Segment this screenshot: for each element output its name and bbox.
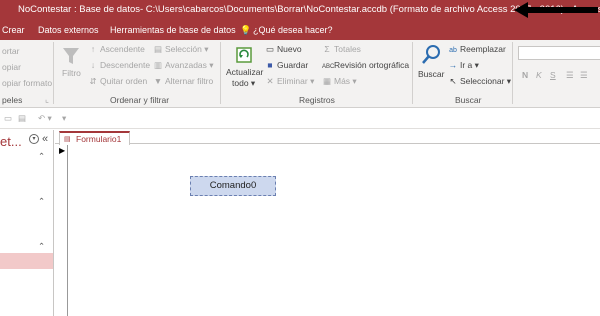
new-record-button[interactable]: ▭ Nuevo (265, 44, 302, 55)
lightbulb-icon: 💡 (240, 25, 252, 35)
delete-record-button[interactable]: ✕ Eliminar ▾ (265, 76, 314, 87)
toggle-filter-icon: ▼ (153, 76, 163, 86)
form-design-surface[interactable]: ▶ Comando0 (55, 145, 600, 316)
records-group-label: Registros (299, 95, 335, 105)
undo-icon[interactable]: ▭ (4, 113, 12, 124)
ribbon-separator (512, 42, 513, 104)
ribbon-separator (220, 42, 221, 104)
save-icon: ■ (267, 60, 273, 70)
select-cursor-icon: ↖ (449, 76, 457, 86)
customize-qat-icon[interactable]: ▾ (62, 113, 66, 124)
group-collapse-icon[interactable]: ⌃ (38, 241, 45, 252)
collapse-nav-icon[interactable]: « (42, 133, 48, 145)
font-name-box[interactable] (518, 46, 600, 60)
replace-button[interactable]: ab Reemplazar (448, 44, 506, 54)
filter-icon (63, 48, 79, 64)
tab-datos-externos[interactable]: Datos externos (38, 20, 99, 40)
advanced-button[interactable]: ▥ Avanzadas ▾ (153, 60, 214, 71)
sort-filter-group-label: Ordenar y filtrar (110, 95, 170, 105)
nav-selected-item[interactable] (0, 253, 53, 269)
find-button[interactable]: Buscar (418, 69, 444, 79)
more-icon: ▦ (322, 76, 332, 86)
format-painter-button[interactable]: opiar formato (2, 78, 52, 88)
goto-button[interactable]: → Ir a ▾ (448, 60, 479, 71)
delete-icon: ✕ (266, 76, 274, 86)
totals-button[interactable]: Σ Totales (322, 44, 361, 54)
select-button[interactable]: ↖ Seleccionar ▾ (448, 76, 511, 87)
selection-icon: ▤ (153, 44, 163, 54)
selection-button[interactable]: ▤ Selección ▾ (153, 44, 209, 55)
sort-ascending-icon: ↑ (90, 44, 96, 54)
remove-sort-button[interactable]: ⇵ Quitar orden (88, 76, 147, 87)
align-center-icon[interactable]: ☰ (580, 70, 588, 81)
filter-button[interactable]: Filtro (62, 68, 81, 78)
refresh-all-dropdown[interactable]: todo ▾ (232, 78, 255, 89)
ribbon-separator (412, 42, 413, 104)
save-record-button[interactable]: ■ Guardar (265, 60, 308, 70)
find-group-label: Buscar (455, 95, 482, 105)
tell-me-box[interactable]: ¿Qué desea hacer? (253, 20, 333, 40)
more-button[interactable]: ▦ Más ▾ (322, 76, 357, 87)
nav-dropdown-icon[interactable]: ▾ (29, 134, 39, 144)
document-tab-bar: ▤ Formulario1 (55, 130, 600, 145)
ribbon-separator (53, 42, 54, 104)
sort-descending-icon: ↓ (90, 60, 96, 70)
group-collapse-icon[interactable]: ⌃ (38, 196, 45, 207)
ribbon: ortar opiar opiar formato peles ⌞ Filtro… (0, 40, 600, 108)
undo-arrow-icon[interactable]: ↶ ▾ (38, 113, 52, 124)
search-icon (422, 45, 440, 64)
tab-crear[interactable]: Crear (2, 20, 25, 40)
new-record-icon: ▭ (265, 44, 275, 54)
clipboard-group-label: peles (2, 95, 23, 105)
italic-button[interactable]: K (536, 70, 542, 80)
group-collapse-icon[interactable]: ⌃ (38, 151, 45, 162)
spelling-button[interactable]: ABCRevisión ortográfica (322, 60, 409, 70)
remove-sort-icon: ⇵ (89, 76, 97, 86)
align-left-icon[interactable]: ☰ (566, 70, 574, 81)
refresh-icon (236, 47, 252, 63)
spelling-icon: ABC (322, 64, 335, 70)
cut-button[interactable]: ortar (2, 46, 19, 56)
command-button[interactable]: Comando0 (190, 176, 276, 196)
refresh-all-label[interactable]: Actualizar (226, 67, 263, 77)
ribbon-tab-bar: Crear Datos externos Herramientas de bas… (0, 20, 600, 40)
nav-pane-title: et... (0, 134, 22, 149)
quick-access-toolbar: ▭ ▤ ↶ ▾ ▾ (0, 109, 600, 129)
navigation-pane: et... ▾ « ⌃ ⌃ ⌃ (0, 130, 54, 316)
advanced-filter-icon: ▥ (153, 60, 163, 70)
underline-button[interactable]: S (550, 70, 556, 80)
tab-herramientas-bd[interactable]: Herramientas de base de datos (110, 20, 236, 40)
record-selector: ▶ (55, 145, 68, 316)
toggle-filter-button[interactable]: ▼ Alternar filtro (153, 76, 213, 86)
replace-icon: ab (449, 47, 457, 54)
copy-button[interactable]: opiar (2, 62, 21, 72)
descending-button[interactable]: ↓ Descendente (88, 60, 150, 70)
dialog-launcher-icon[interactable]: ⌞ (45, 94, 49, 105)
ascending-button[interactable]: ↑ Ascendente (88, 44, 145, 54)
current-record-icon: ▶ (59, 146, 66, 155)
goto-icon: → (448, 60, 458, 70)
title-bar: NoContestar : Base de datos- C:\Users\ca… (0, 0, 600, 20)
annotation-arrow-icon (514, 2, 598, 18)
bold-button[interactable]: N (522, 70, 528, 80)
tab-formulario1[interactable]: ▤ Formulario1 (59, 131, 131, 145)
view-icon[interactable]: ▤ (18, 113, 26, 124)
sigma-icon: Σ (324, 44, 330, 54)
